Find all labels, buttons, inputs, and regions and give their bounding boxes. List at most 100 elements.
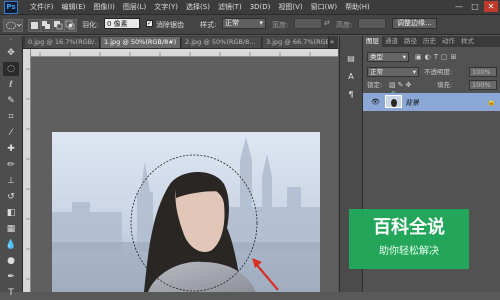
chevron-down-icon: ▾ [402, 53, 406, 61]
options-bar: 羽化: 0 像素 ✓ 消除锯齿 样式: 正常 ▾ 宽度: ⇄ 高度: 调整边缘.… [0, 15, 500, 35]
pen-tool-icon[interactable]: ✒ [3, 270, 19, 284]
chevron-down-icon: ▾ [412, 68, 416, 76]
eyedropper-tool-icon[interactable]: ⁄ [3, 126, 19, 140]
tab-paths[interactable]: 路径 [401, 36, 420, 47]
blend-mode-value: 正常 [370, 68, 383, 76]
lasso-tool-icon[interactable]: ℓ [3, 78, 19, 92]
antialias-checkbox[interactable]: ✓ [146, 20, 153, 27]
height-label: 高度: [336, 21, 353, 29]
menu-edit[interactable]: 编辑(E) [58, 2, 90, 12]
tab-styles[interactable]: 样式 [458, 36, 477, 47]
clone-stamp-tool-icon[interactable]: ⊥ [3, 174, 19, 188]
healing-brush-tool-icon[interactable]: ✚ [3, 142, 19, 156]
dodge-tool-icon[interactable]: ● [3, 254, 19, 268]
menu-filter[interactable]: 滤镜(T) [214, 2, 246, 12]
tab-label: 3.jpg @ 66.7%(RGB/... [266, 38, 329, 46]
tab-layers[interactable]: 图层 [363, 36, 382, 47]
tab-actions[interactable]: 动作 [439, 36, 458, 47]
filter-row: 类型 ▾ ▣◐T▢⊞ [367, 52, 497, 62]
opacity-input[interactable]: 100% [469, 67, 497, 77]
eye-visibility-icon[interactable]: 👁 [371, 98, 380, 106]
width-input[interactable] [294, 18, 322, 29]
menu-bar: Ps 文件(F) 编辑(E) 图像(I) 图层(L) 文字(Y) 选择(S) 滤… [0, 0, 500, 15]
close-icon[interactable]: × [180, 38, 181, 46]
swap-width-height-icon[interactable]: ⇄ [324, 20, 332, 27]
layer-kind-filter-value: 类型 [370, 53, 383, 61]
toolbox-collapse-icon[interactable]: » [2, 38, 20, 43]
menu-layer[interactable]: 图层(L) [119, 2, 150, 12]
document-tabs: 0.jpg @ 16.7%(RGB/... 1.jpg @ 50%(RGB/8#… [23, 36, 338, 49]
history-panel-icon[interactable]: ▤ [344, 52, 358, 66]
fill-input[interactable]: 100% [469, 80, 497, 90]
window-controls: — □ ✕ [450, 1, 498, 12]
menu-type[interactable]: 文字(Y) [150, 2, 182, 12]
menu-file[interactable]: 文件(F) [26, 2, 58, 12]
tab-document-3[interactable]: 3.jpg @ 66.7%(RGB/... [263, 37, 329, 48]
watermark: 百科全说 助你轻松解决 [349, 209, 469, 269]
menu-window[interactable]: 窗口(W) [307, 2, 341, 12]
tab-overflow-button[interactable]: » [330, 37, 338, 48]
refine-edge-button[interactable]: 调整边缘... [392, 18, 437, 29]
blur-tool-icon[interactable]: 💧 [3, 238, 19, 252]
lock-label: 锁定: [367, 81, 383, 89]
horizontal-ruler [30, 49, 338, 57]
tab-label: 2.jpg @ 50%(RGB/8... [185, 38, 256, 46]
type-tool-icon[interactable]: T [3, 286, 19, 298]
gradient-tool-icon[interactable]: ▦ [3, 222, 19, 236]
blend-mode-select[interactable]: 正常 ▾ [367, 67, 419, 77]
antialias-label: 消除锯齿 [156, 21, 184, 29]
intersect-selection-icon[interactable] [64, 19, 77, 32]
maximize-button[interactable]: □ [468, 1, 482, 12]
eraser-tool-icon[interactable]: ◧ [3, 206, 19, 220]
close-button[interactable]: ✕ [484, 1, 498, 12]
crop-tool-icon[interactable]: ⌗ [3, 110, 19, 124]
menu-select[interactable]: 选择(S) [182, 2, 214, 12]
style-select-value: 正常 [225, 19, 239, 27]
quick-selection-tool-icon[interactable]: ✎ [3, 94, 19, 108]
properties-panel-icon[interactable]: A [344, 70, 358, 84]
menu-view[interactable]: 视图(V) [274, 2, 306, 12]
panel-tabs: 图层 通道 路径 历史 动作 样式 [363, 36, 500, 47]
layer-row-background[interactable]: 👁 背景 🔒 [363, 93, 500, 111]
character-panel-icon[interactable]: ¶ [344, 88, 358, 102]
blend-row: 正常 ▾ 不透明度: 100% [367, 67, 497, 77]
tab-channels[interactable]: 通道 [382, 36, 401, 47]
vertical-ruler [23, 49, 31, 292]
layer-filter-icons[interactable]: ▣◐T▢⊞ [415, 52, 495, 62]
layer-kind-filter-select[interactable]: 类型 ▾ [367, 52, 409, 62]
arrow-annotation-icon [246, 252, 286, 292]
menu-items: 文件(F) 编辑(E) 图像(I) 图层(L) 文字(Y) 选择(S) 滤镜(T… [26, 2, 374, 12]
tab-label: 1.jpg @ 50%(RGB/8#) [104, 38, 177, 46]
feather-label: 羽化: [82, 21, 99, 29]
fill-label: 填充: [437, 81, 453, 89]
menu-help[interactable]: 帮助(H) [341, 2, 374, 12]
watermark-title: 百科全说 [373, 217, 445, 238]
photoshop-logo: Ps [4, 1, 18, 14]
feather-input[interactable]: 0 像素 [104, 18, 140, 29]
menu-3d[interactable]: 3D(D) [246, 2, 275, 12]
toolbox: » ✥ ◌ ℓ ✎ ⌗ ⁄ ✚ ✏ ⊥ ↺ ◧ ▦ 💧 ● ✒ T [0, 36, 23, 298]
marquee-tool-preset-icon[interactable] [3, 19, 23, 32]
height-input[interactable] [358, 18, 386, 29]
minimize-button[interactable]: — [452, 1, 466, 12]
tab-history[interactable]: 历史 [420, 36, 439, 47]
lock-icon: 🔒 [487, 98, 496, 106]
menu-image[interactable]: 图像(I) [89, 2, 119, 12]
elliptical-marquee-tool-icon[interactable]: ◌ [3, 62, 19, 76]
move-tool-icon[interactable]: ✥ [3, 46, 19, 60]
lock-row: 锁定: ▨✎✥🔒 填充: 100% [367, 80, 497, 99]
chevron-down-icon: ▾ [259, 19, 263, 27]
brush-tool-icon[interactable]: ✏ [3, 158, 19, 172]
tab-document-2[interactable]: 2.jpg @ 50%(RGB/8... [182, 37, 262, 48]
width-label: 宽度: [272, 21, 289, 29]
tab-document-0[interactable]: 0.jpg @ 16.7%(RGB/... [25, 37, 100, 48]
layer-name: 背景 [405, 99, 419, 107]
watermark-subtitle: 助你轻松解决 [379, 246, 439, 257]
layer-thumbnail [385, 95, 402, 108]
lock-icons[interactable]: ▨✎✥🔒 [389, 80, 423, 99]
style-select[interactable]: 正常 ▾ [222, 18, 266, 29]
history-brush-tool-icon[interactable]: ↺ [3, 190, 19, 204]
tab-document-1[interactable]: 1.jpg @ 50%(RGB/8#) × [101, 37, 181, 48]
tab-label: 0.jpg @ 16.7%(RGB/... [28, 38, 100, 46]
style-label: 样式: [200, 21, 217, 29]
